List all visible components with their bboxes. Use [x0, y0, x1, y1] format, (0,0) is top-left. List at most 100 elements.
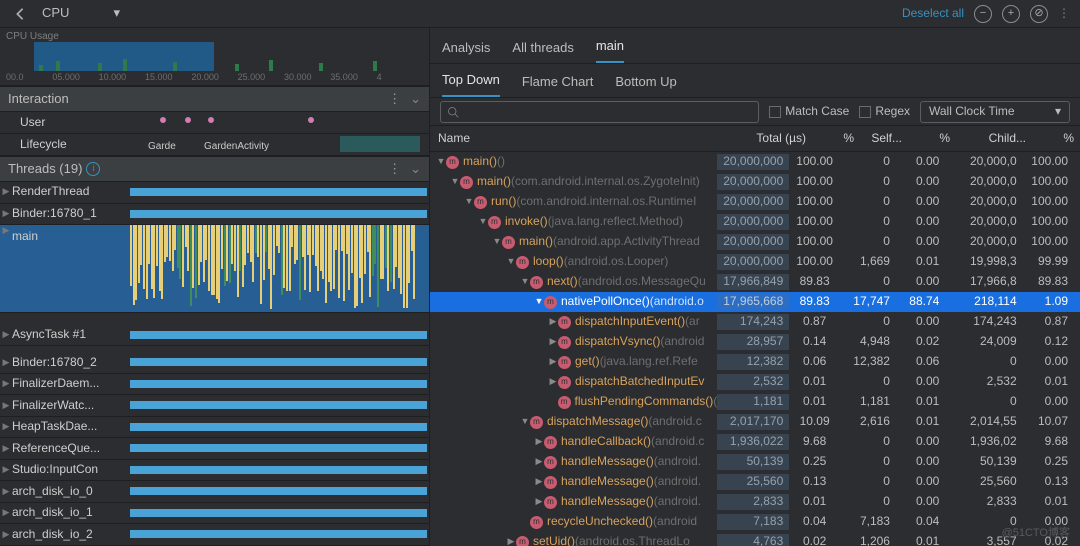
lifecycle-mark[interactable]: GardenActivity [204, 139, 269, 153]
info-icon[interactable]: i [86, 162, 100, 176]
expand-icon[interactable]: ▼ [450, 176, 460, 188]
expand-icon[interactable]: ▶ [548, 336, 558, 348]
thread-row[interactable]: ▶ HeapTaskDae... [0, 417, 429, 439]
col-self-pct[interactable]: % [908, 131, 956, 147]
expand-icon[interactable]: ▶ [0, 208, 12, 220]
col-name[interactable]: Name [436, 131, 736, 147]
user-event-dot[interactable] [308, 117, 314, 123]
match-case-checkbox[interactable]: Match Case [769, 104, 849, 120]
call-row[interactable]: ▼ m main() (android.app.ActivityThread 2… [430, 232, 1080, 252]
regex-checkbox[interactable]: Regex [859, 104, 910, 120]
col-self[interactable]: Self... [860, 131, 908, 147]
call-row[interactable]: m recycleUnchecked() (android 7,183 0.04… [430, 512, 1080, 532]
collapse-icon[interactable]: ⌄ [410, 91, 421, 108]
thread-row[interactable]: ▶ ReferenceQue... [0, 438, 429, 460]
call-row[interactable]: ▶ m handleMessage() (android. 2,833 0.01… [430, 492, 1080, 512]
user-event-dot[interactable] [185, 117, 191, 123]
tab-all-threads[interactable]: All threads [512, 34, 573, 63]
expand-icon[interactable]: ▼ [506, 256, 516, 268]
call-row[interactable]: ▼ m nativePollOnce() (android.o 17,965,6… [430, 292, 1080, 312]
call-row[interactable]: ▶ m dispatchInputEvent() (ar 174,243 0.8… [430, 312, 1080, 332]
call-row[interactable]: ▼ m main() (com.android.internal.os.Zygo… [430, 172, 1080, 192]
expand-icon[interactable]: ▶ [0, 443, 12, 455]
expand-icon[interactable]: ▶ [534, 456, 544, 468]
call-row[interactable]: ▼ m invoke() (java.lang.reflect.Method) … [430, 212, 1080, 232]
expand-icon[interactable]: ▶ [0, 186, 12, 198]
expand-icon[interactable]: ▶ [0, 225, 12, 237]
deselect-all-link[interactable]: Deselect all [902, 6, 964, 22]
lifecycle-span[interactable] [340, 136, 420, 152]
thread-row[interactable]: ▶ AsyncTask #1 [0, 325, 429, 347]
tab-flame-chart[interactable]: Flame Chart [522, 68, 594, 97]
search-input[interactable] [440, 101, 759, 123]
thread-row[interactable]: ▶ arch_disk_io_2 [0, 524, 429, 546]
call-row[interactable]: ▶ m dispatchBatchedInputEv 2,532 0.01 0 … [430, 372, 1080, 392]
tab-bottom-up[interactable]: Bottom Up [615, 68, 676, 97]
call-row[interactable]: ▼ m main() () 20,000,000 100.00 0 0.00 2… [430, 152, 1080, 172]
time-mode-select[interactable]: Wall Clock Time ▾ [920, 101, 1070, 123]
call-row[interactable]: ▼ m dispatchMessage() (android.c 2,017,1… [430, 412, 1080, 432]
more-icon[interactable]: ⋮ [388, 91, 402, 108]
thread-row[interactable]: ▶ FinalizerWatc... [0, 395, 429, 417]
expand-icon[interactable]: ▶ [0, 507, 12, 519]
thread-row[interactable]: ▶ RenderThread [0, 182, 429, 204]
tab-main[interactable]: main [596, 32, 624, 63]
threads-header[interactable]: Threads (19) i ⋮ ⌄ [0, 156, 429, 182]
expand-icon[interactable]: ▶ [534, 476, 544, 488]
thread-row[interactable]: ▶ main [0, 225, 429, 313]
call-row[interactable]: ▶ m dispatchVsync() (android 28,957 0.14… [430, 332, 1080, 352]
call-row[interactable]: ▶ m setUid() (android.os.ThreadLo 4,763 … [430, 532, 1080, 546]
expand-icon[interactable]: ▶ [548, 376, 558, 388]
thread-row[interactable]: ▶ Binder:16780_1 [0, 204, 429, 226]
expand-icon[interactable]: ▶ [0, 357, 12, 369]
zoom-in-button[interactable]: + [1002, 5, 1020, 23]
profiler-selector[interactable]: CPU ▾ [36, 4, 126, 24]
user-event-dot[interactable] [160, 117, 166, 123]
expand-icon[interactable]: ▶ [0, 400, 12, 412]
expand-icon[interactable]: ▶ [0, 486, 12, 498]
col-total[interactable]: Total (µs) [736, 131, 812, 147]
expand-icon[interactable]: ▶ [0, 329, 12, 341]
thread-row[interactable]: ▶ Binder:16780_2 [0, 352, 429, 374]
expand-icon[interactable]: ▶ [548, 356, 558, 368]
expand-icon[interactable]: ▼ [492, 236, 502, 248]
tab-top-down[interactable]: Top Down [442, 66, 500, 97]
thread-row[interactable]: ▶ FinalizerDaem... [0, 374, 429, 396]
expand-icon[interactable]: ▼ [534, 296, 544, 308]
expand-icon[interactable]: ▼ [478, 216, 488, 228]
user-event-dot[interactable] [208, 117, 214, 123]
expand-icon[interactable]: ▶ [534, 436, 544, 448]
col-child[interactable]: Child... [956, 131, 1032, 147]
call-row[interactable]: ▶ m handleCallback() (android.c 1,936,02… [430, 432, 1080, 452]
expand-icon[interactable]: ▶ [0, 464, 12, 476]
call-row[interactable]: ▶ m handleMessage() (android. 50,139 0.2… [430, 452, 1080, 472]
expand-icon[interactable]: ▶ [0, 421, 12, 433]
more-icon[interactable]: ⋮ [388, 161, 402, 178]
call-row[interactable]: ▼ m run() (com.android.internal.os.Runti… [430, 192, 1080, 212]
more-icon[interactable]: ⋮ [1058, 6, 1070, 22]
expand-icon[interactable]: ▼ [436, 156, 446, 168]
interaction-header[interactable]: Interaction ⋮ ⌄ [0, 86, 429, 112]
cpu-usage-chart[interactable]: CPU Usage 00.005.000 10.00015.000 20.000… [0, 28, 429, 86]
lifecycle-mark[interactable]: Garde [148, 139, 176, 153]
expand-icon[interactable]: ▶ [0, 378, 12, 390]
call-row[interactable]: m flushPendingCommands() ( 1,181 0.01 1,… [430, 392, 1080, 412]
expand-icon[interactable]: ▶ [548, 316, 558, 328]
col-total-pct[interactable]: % [812, 131, 860, 147]
call-row[interactable]: ▼ m next() (android.os.MessageQu 17,966,… [430, 272, 1080, 292]
call-row[interactable]: ▼ m loop() (android.os.Looper) 20,000,00… [430, 252, 1080, 272]
thread-row[interactable]: ▶ Studio:InputCon [0, 460, 429, 482]
expand-icon[interactable]: ▶ [506, 536, 516, 546]
thread-row[interactable]: ▶ arch_disk_io_1 [0, 503, 429, 525]
expand-icon[interactable]: ▶ [534, 496, 544, 508]
back-button[interactable] [10, 4, 30, 24]
expand-icon[interactable]: ▼ [464, 196, 474, 208]
col-child-pct[interactable]: % [1032, 131, 1080, 147]
collapse-icon[interactable]: ⌄ [410, 161, 421, 178]
tab-analysis[interactable]: Analysis [442, 34, 490, 63]
expand-icon[interactable]: ▼ [520, 416, 530, 428]
expand-icon[interactable]: ▼ [520, 276, 530, 288]
call-row[interactable]: ▶ m handleMessage() (android. 25,560 0.1… [430, 472, 1080, 492]
expand-icon[interactable]: ▶ [0, 529, 12, 541]
call-row[interactable]: ▶ m get() (java.lang.ref.Refe 12,382 0.0… [430, 352, 1080, 372]
